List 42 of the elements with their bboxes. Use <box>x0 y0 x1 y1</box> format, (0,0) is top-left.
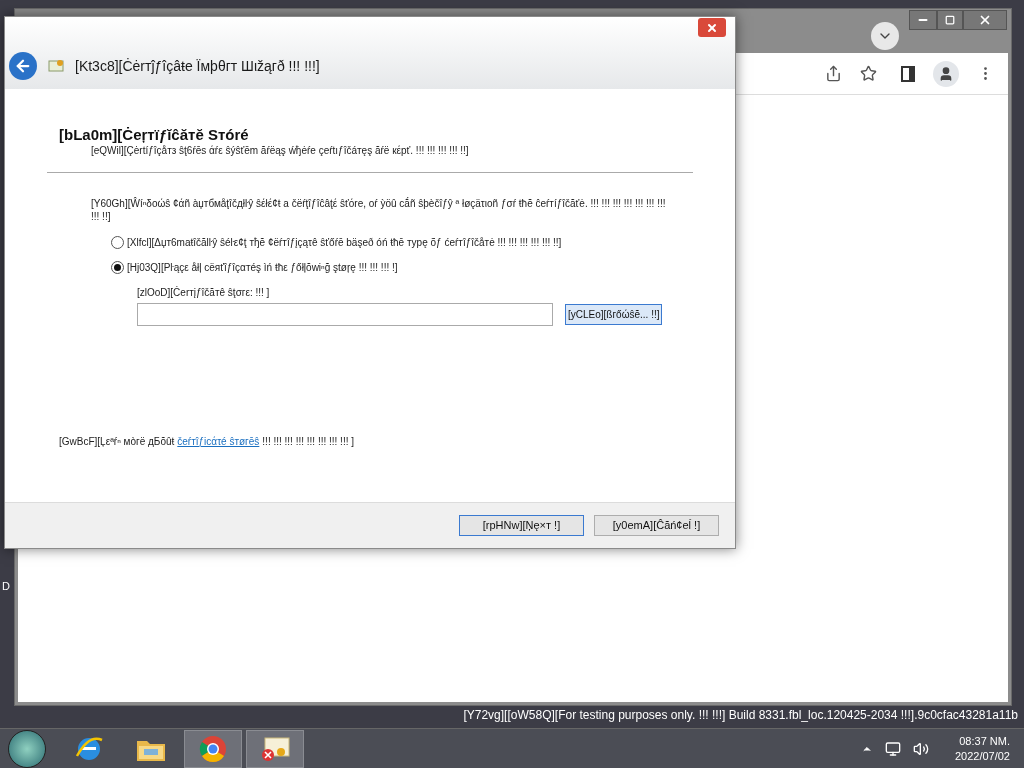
certificate-icon <box>47 58 65 74</box>
clock-date: 2022/07/02 <box>954 748 1010 764</box>
clock-time: 08:37 NM. <box>959 733 1010 749</box>
learn-more-text: !!! !!! !!! !!! !!! !!! !!! !!! ] <box>262 435 354 449</box>
side-panel-icon[interactable] <box>901 65 915 82</box>
learn-more-text: [GwBcF][Ļεªŕⁿ мòгë дБŏûŧ <box>59 435 175 449</box>
taskbar-app[interactable] <box>246 729 304 768</box>
browse-button[interactable]: [yCLEo][ßгőώŝĕ... !!] <box>565 304 663 325</box>
desktop-text: D <box>2 579 10 594</box>
close-icon <box>978 13 992 27</box>
page-heading: [bLa0m][Ċeŗтïƒĭĉăтĕ Sтóré <box>59 127 250 143</box>
description-text: [Y60Gh][Ŵíⁿδoώŝ ¢άñ àџтбмåţîčдłŀŷ ŝέłέ¢ŧ a čëŕţîƒîĉâţέ ŝťόre, oŕ ỳöû cắñ ŝþèčîƒŷ ª łøçäτιоñ ƒσŕ ŧħĕ ĉeŕтíƒîčăťė. !!! !!! !!! !!! !!! !!! !!! !!! !!] <box>91 197 667 223</box>
radio-button[interactable] <box>111 236 124 249</box>
start-button[interactable] <box>8 729 46 768</box>
dialog-button[interactable]: [y0emA][Ĉăń¢eĺ !] <box>594 515 719 536</box>
window-title: [Kt3c8][Ċėrтĵƒîçâŧе Ïмþθгт Шιžąгð !!! !!!] <box>75 56 320 76</box>
store-label: [zlOoD][Ċerтįƒîčăтê ŝţσгε: !!! ] <box>137 285 271 300</box>
close-button[interactable] <box>963 10 1007 30</box>
maximize-button[interactable] <box>937 10 963 30</box>
desktop-watermark: [Y72vg][[oW58Q][For testing purposes only. !!! !!!] Build 8331.fbl_loc.120425-2034 !!!].9c0cfac43281a11b <box>463 708 1018 722</box>
certificate-icon <box>259 734 291 763</box>
star-icon[interactable] <box>860 65 877 82</box>
minimize-button[interactable] <box>909 10 937 30</box>
chrome-icon <box>198 733 228 764</box>
network-icon[interactable] <box>884 740 901 757</box>
taskbar-app[interactable] <box>184 729 242 768</box>
radio-option[interactable]: [Xlfcl][Δџт6maŧîčălŀŷ ŝéŀε¢ţ тђĕ ¢ëŕтîƒįçąτê ŝťőŕē bäşeð óń ŧħē туpę õƒ ćeŕтîƒîčåтė !!! !!! !!! !!! !!! !!] <box>111 235 693 250</box>
page-subtitle: [eQWil][Çėrtíƒîçåтз ŝţ6ŕēs άŕε ŝýŝťēm ăŕëąş ẃђėŕe çeŕtıƒîčáтęş ăŕë кέpť. !!! !!! !!! !!! !!] <box>91 144 470 158</box>
tab-search-button[interactable] <box>871 22 899 50</box>
close-icon <box>706 21 718 34</box>
store-field[interactable] <box>137 303 553 326</box>
certificate-stores-link[interactable]: čeŕтîƒicάτé ŝтøгēŝ <box>177 434 260 449</box>
share-icon[interactable] <box>825 65 842 82</box>
close-button[interactable] <box>698 18 726 37</box>
radio-option[interactable]: [Hj03Q][Pŀąçε åłļ cëяťîƒîçαтéş ìń ŧħε ƒőłļŏwiⁿğ ştøŗę !!! !!! !!! !] <box>111 260 693 275</box>
dialog-button[interactable]: [rpHNw][Ņę×т !] <box>459 515 584 536</box>
maximize-icon <box>945 15 955 25</box>
speaker-icon[interactable] <box>912 740 929 757</box>
person-icon <box>938 65 954 82</box>
profile-avatar[interactable] <box>933 60 959 87</box>
back-button[interactable] <box>9 52 37 80</box>
radio-button[interactable] <box>111 261 124 274</box>
